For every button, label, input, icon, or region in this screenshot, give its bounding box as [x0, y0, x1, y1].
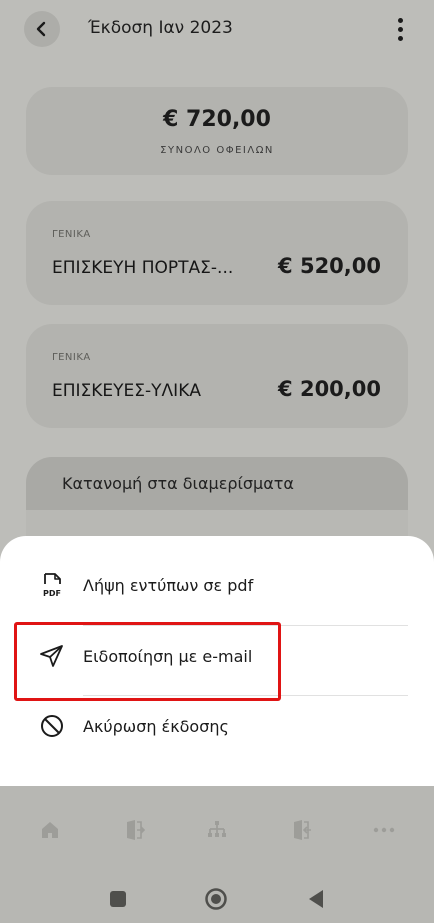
chevron-left-icon	[36, 21, 46, 37]
more-icon	[373, 827, 395, 833]
expense-card[interactable]: ΓΕΝΙΚΑ ΕΠΙΣΚΕΥΕΣ-ΥΛΙΚΑ € 200,00	[26, 324, 408, 428]
cancel-issue-label: Ακύρωση έκδοσης	[83, 717, 229, 736]
total-label: ΣΥΝΟΛΟ ΟΦΕΙΛΩΝ	[160, 145, 274, 156]
expense-name: ΕΠΙΣΚΕΥΕΣ-ΥΛΙΚΑ	[52, 381, 201, 401]
expense-category: ΓΕΝΙΚΑ	[52, 229, 91, 240]
home-circle-icon	[205, 888, 227, 910]
nav-exit[interactable]	[287, 816, 315, 844]
expense-amount: € 200,00	[278, 377, 381, 401]
system-navigation	[0, 871, 434, 923]
nav-more[interactable]	[370, 816, 398, 844]
kebab-menu-button[interactable]	[389, 14, 411, 44]
nav-entry[interactable]	[120, 816, 148, 844]
download-pdf-option[interactable]: PDF Λήψη εντύπων σε pdf	[0, 553, 434, 623]
download-pdf-label: Λήψη εντύπων σε pdf	[83, 576, 254, 595]
back-system-button[interactable]	[304, 887, 328, 911]
top-app-bar: Έκδοση Ιαν 2023	[0, 0, 434, 60]
back-button[interactable]	[24, 11, 60, 47]
kebab-dot	[397, 26, 403, 32]
total-debts-card: € 720,00 ΣΥΝΟΛΟ ΟΦΕΙΛΩΝ	[26, 87, 408, 175]
expense-name: ΕΠΙΣΚΕΥΗ ΠΟΡΤΑΣ-...	[52, 258, 234, 278]
door-exit-icon	[294, 820, 311, 840]
kebab-dot	[397, 17, 403, 23]
pdf-file-icon: PDF	[43, 573, 61, 598]
door-enter-icon	[127, 820, 146, 840]
expense-amount: € 520,00	[278, 254, 381, 278]
ban-icon	[41, 715, 63, 737]
bottom-navigation	[0, 786, 434, 871]
cancel-issue-option[interactable]: Ακύρωση έκδοσης	[0, 694, 434, 764]
page-title: Έκδοση Ιαν 2023	[88, 18, 233, 38]
org-tree-icon	[208, 821, 226, 837]
home-button[interactable]	[204, 887, 228, 911]
bottom-sheet: PDF Λήψη εντύπων σε pdf Ειδοποίηση με e-…	[0, 536, 434, 786]
kebab-dot	[397, 35, 403, 41]
recents-square-icon	[110, 891, 126, 907]
distribution-title: Κατανομή στα διαμερίσματα	[62, 474, 294, 493]
total-amount: € 720,00	[163, 107, 271, 132]
recents-button[interactable]	[106, 887, 130, 911]
distribution-header: Κατανομή στα διαμερίσματα	[26, 457, 408, 510]
highlight-box	[14, 622, 281, 701]
expense-category: ΓΕΝΙΚΑ	[52, 352, 91, 363]
home-icon	[42, 822, 58, 838]
svg-text:PDF: PDF	[43, 589, 61, 598]
nav-home[interactable]	[36, 816, 64, 844]
expense-card[interactable]: ΓΕΝΙΚΑ ΕΠΙΣΚΕΥΗ ΠΟΡΤΑΣ-... € 520,00	[26, 201, 408, 305]
nav-structure[interactable]	[203, 816, 231, 844]
back-triangle-icon	[309, 890, 323, 908]
